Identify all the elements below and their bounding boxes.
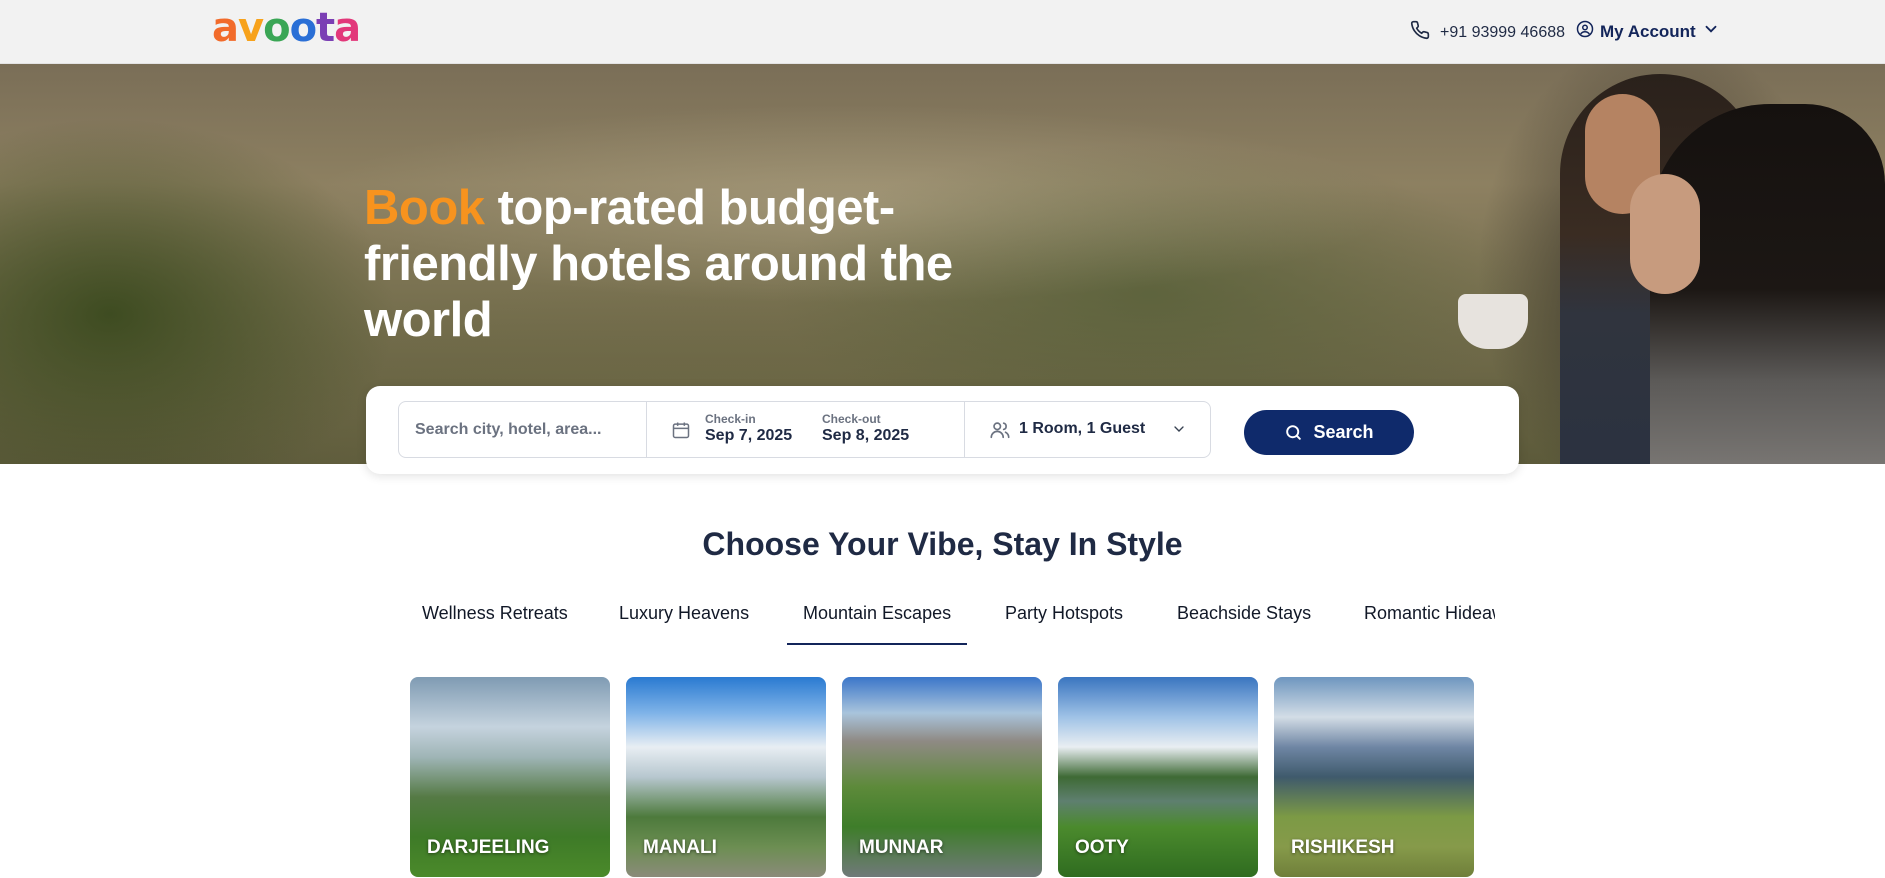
logo-letter: o (263, 5, 291, 51)
destination-card-manali[interactable]: MANALI (626, 677, 826, 877)
destination-label: MUNNAR (859, 837, 944, 858)
phone-icon (1410, 20, 1430, 45)
destination-label: RISHIKESH (1291, 837, 1395, 858)
checkout-block[interactable]: Check-out Sep 8, 2025 (822, 412, 909, 446)
chevron-down-icon (1702, 20, 1720, 43)
tab-romantic-hideaways[interactable]: Romantic Hideaways (1364, 600, 1495, 645)
logo-letter: t (316, 5, 335, 51)
search-button-label: Search (1313, 422, 1374, 442)
calendar-icon (672, 422, 690, 439)
chevron-down-icon (1174, 426, 1184, 432)
logo-letter: a (334, 5, 361, 51)
logo-letter: a (212, 5, 239, 51)
destination-card-ooty[interactable]: OOTY (1058, 677, 1258, 877)
destination-card-darjeeling[interactable]: DARJEELING (410, 677, 610, 877)
hero-face-woman (1630, 174, 1700, 294)
tab-luxury-heavens[interactable]: Luxury Heavens (619, 600, 749, 645)
checkin-label: Check-in (705, 412, 756, 426)
tab-beachside-stays[interactable]: Beachside Stays (1177, 600, 1311, 645)
destination-search-input[interactable] (399, 402, 647, 457)
logo-letter: o (289, 5, 318, 51)
checkin-value: Sep 7, 2025 (705, 427, 793, 444)
users-icon (990, 422, 1010, 439)
search-button[interactable]: Search (1244, 410, 1414, 455)
headline-accent: Book (364, 181, 485, 235)
my-account-label: My Account (1600, 21, 1696, 41)
destination-card-munnar[interactable]: MUNNAR (842, 677, 1042, 877)
top-navigation-bar: avoota +91 93999 46688 My Account (0, 0, 1885, 64)
rooms-guests-selector[interactable]: 1 Room, 1 Guest (965, 402, 1211, 457)
destination-label: DARJEELING (427, 837, 550, 858)
tea-cup-image (1458, 294, 1528, 349)
search-icon (1286, 425, 1302, 440)
user-circle-icon (1576, 20, 1594, 43)
destination-label: OOTY (1075, 837, 1129, 858)
tab-wellness-retreats[interactable]: Wellness Retreats (422, 600, 568, 645)
checkout-value: Sep 8, 2025 (822, 427, 910, 444)
my-account-menu[interactable]: My Account (1576, 20, 1720, 43)
phone-contact[interactable]: +91 93999 46688 (1410, 20, 1565, 45)
tab-mountain-escapes[interactable]: Mountain Escapes (787, 600, 968, 645)
section-title: Choose Your Vibe, Stay In Style (702, 526, 1183, 562)
checkout-label: Check-out (822, 412, 881, 426)
tab-party-hotspots[interactable]: Party Hotspots (1005, 600, 1123, 645)
vibe-tabs: Wellness Retreats Luxury Heavens Mountai… (410, 600, 1495, 645)
destination-card-rishikesh[interactable]: RISHIKESH (1274, 677, 1474, 877)
checkin-block[interactable]: Check-in Sep 7, 2025 (705, 412, 792, 446)
destination-label: MANALI (643, 837, 717, 858)
hero-headline: Book top-rated budget-friendly hotels ar… (364, 180, 964, 348)
avoota-logo[interactable]: avoota (212, 5, 361, 51)
phone-number: +91 93999 46688 (1440, 23, 1566, 41)
search-panel: Check-in Sep 7, 2025 Check-out Sep 8, 20… (366, 386, 1519, 474)
date-picker[interactable]: Check-in Sep 7, 2025 Check-out Sep 8, 20… (647, 402, 965, 457)
logo-letter: v (238, 5, 264, 51)
search-fields: Check-in Sep 7, 2025 Check-out Sep 8, 20… (398, 401, 1211, 458)
rooms-guests-value: 1 Room, 1 Guest (1019, 420, 1146, 437)
destination-cards: DARJEELING MANALI MUNNAR OOTY RISHIKESH (410, 677, 1475, 877)
